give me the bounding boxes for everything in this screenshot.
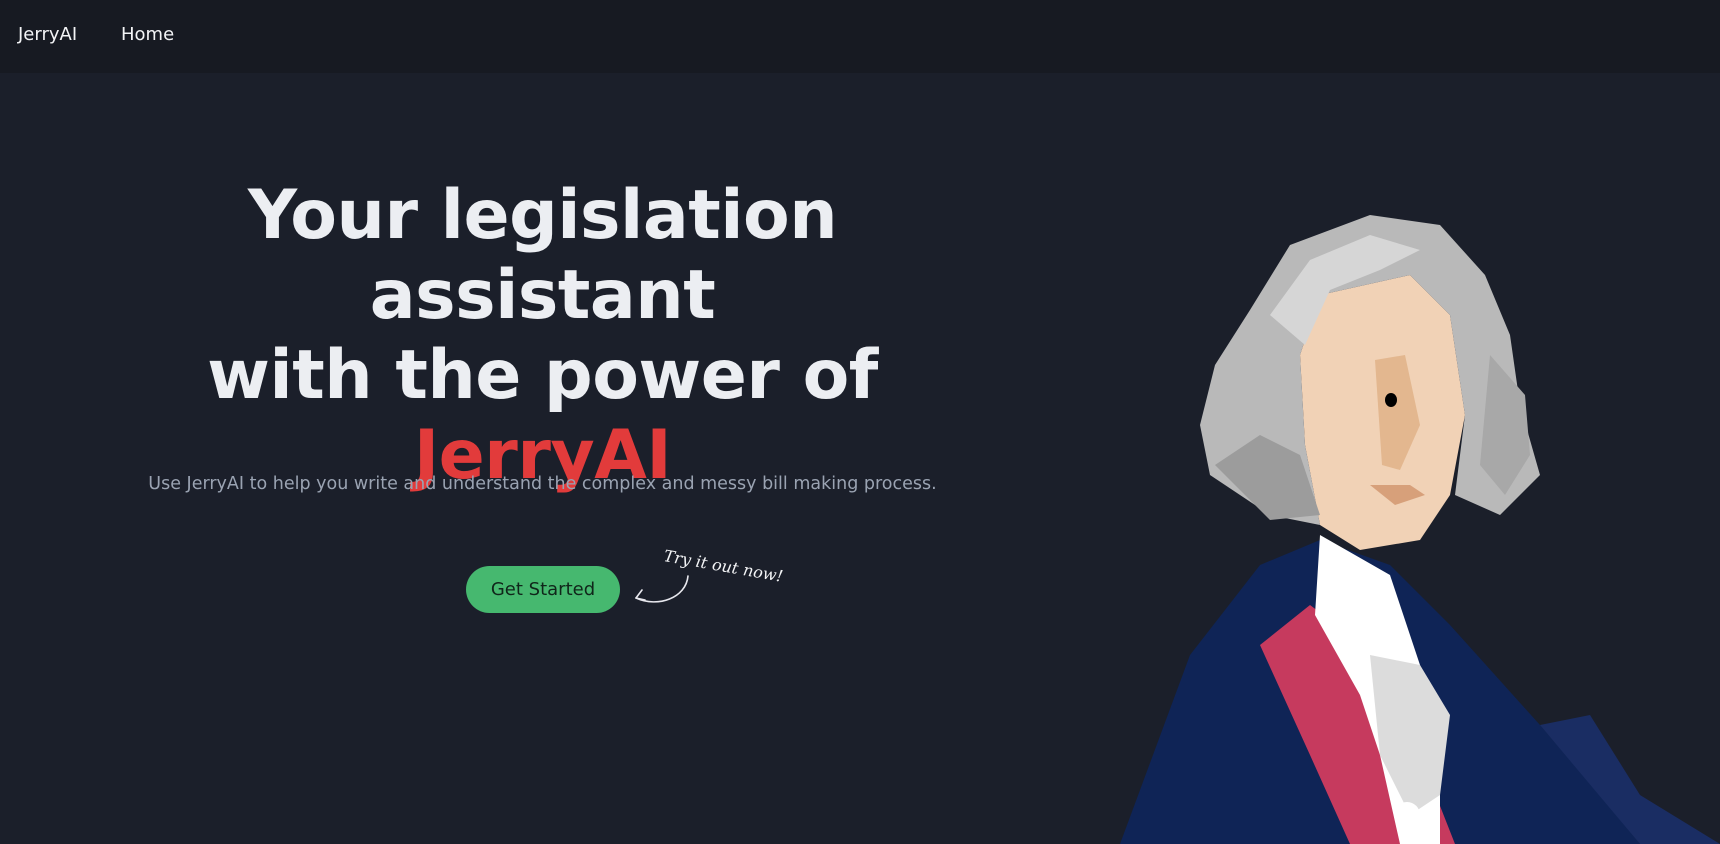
hero-subtitle: Use JerryAI to help you write and unders… [148, 474, 937, 494]
brand-link[interactable]: JerryAI [18, 24, 77, 45]
top-navbar: JerryAI Home [0, 0, 1720, 73]
hero-headline: Your legislation assistant with the powe… [100, 176, 985, 496]
headline-line-2: with the power of [207, 336, 878, 415]
headline-line-1: Your legislation assistant [247, 176, 838, 335]
portrait-illustration [1120, 215, 1720, 844]
get-started-button[interactable]: Get Started [466, 566, 620, 613]
nav-home-link[interactable]: Home [121, 24, 174, 45]
curved-arrow-icon [635, 575, 689, 603]
